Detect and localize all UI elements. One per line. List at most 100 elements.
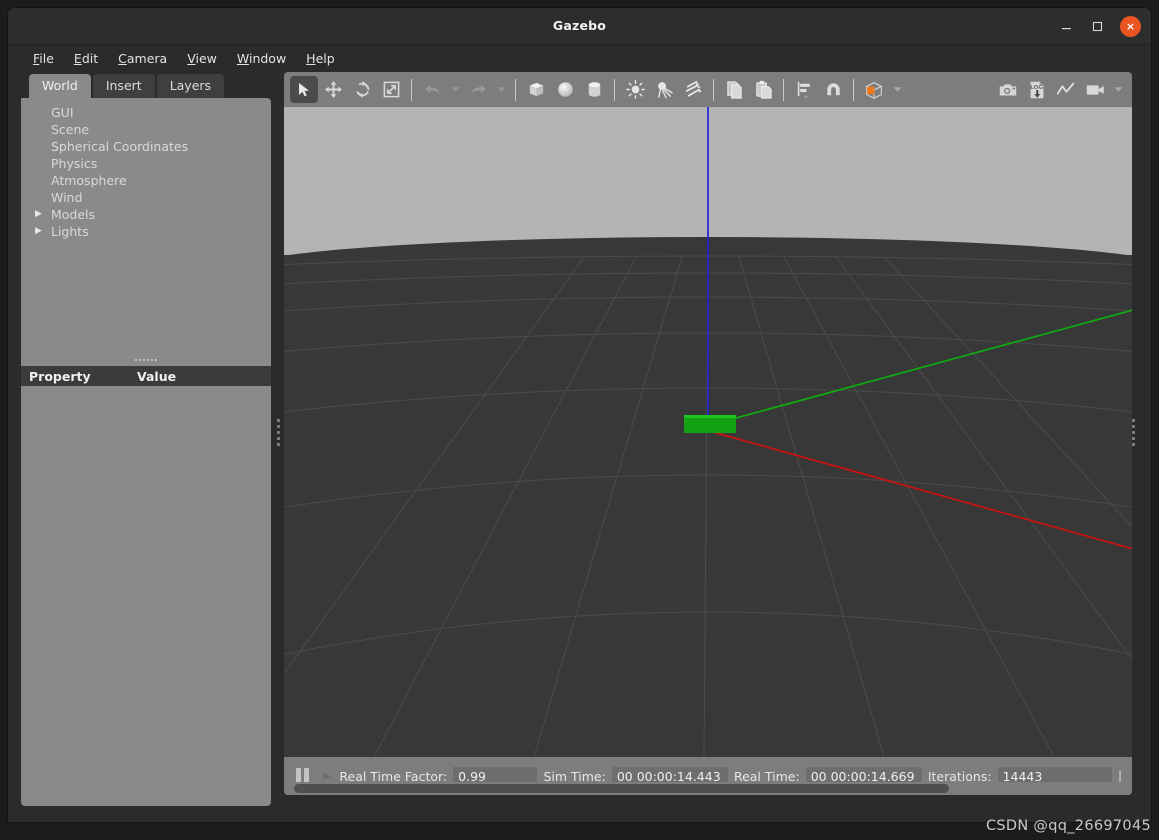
left-vertical-splitter[interactable] [273,72,283,792]
tree-item-atmosphere[interactable]: ▶ Atmosphere [21,172,271,189]
view-transparency-button[interactable] [860,76,888,103]
world-tree: ▶ GUI ▶ Scene ▶ Spherical Coordinates ▶ … [21,98,271,354]
translate-icon [324,80,342,99]
chevron-down-icon [1113,87,1123,92]
left-panel: World Insert Layers ▶ GUI ▶ Scene ▶ Sphe… [21,72,271,806]
tab-world[interactable]: World [29,74,91,98]
window-controls: × [1058,8,1141,44]
menu-window[interactable]: Window [228,48,295,69]
video-record-dropdown-button[interactable] [1110,76,1126,103]
redo-icon [471,84,486,94]
video-record-button[interactable] [1081,76,1109,103]
undo-icon [424,84,439,94]
redo-dropdown-button[interactable] [493,76,509,103]
tab-insert[interactable]: Insert [92,74,155,98]
main-body: World Insert Layers ▶ GUI ▶ Scene ▶ Sphe… [8,72,1151,821]
insert-point-light-button[interactable] [621,76,649,103]
cylinder-shape-icon [588,82,600,97]
undo-button[interactable] [418,76,446,103]
paste-button[interactable] [749,76,777,103]
menu-help[interactable]: Help [297,48,344,69]
plot-button[interactable] [1052,76,1080,103]
column-header-property: Property [29,368,91,384]
horizontal-scrollbar[interactable] [284,782,1132,795]
view-transparency-dropdown-button[interactable] [889,76,905,103]
insert-sphere-button[interactable] [551,76,579,103]
insert-box-button[interactable] [522,76,550,103]
insert-cylinder-button[interactable] [580,76,608,103]
property-table-body [21,386,271,806]
spot-light-icon [657,82,673,99]
render-area: LOG ▶ Real Time Factor: 0.99 Sim Time: 0… [284,72,1132,795]
panel-horizontal-splitter[interactable] [21,354,271,366]
menu-view[interactable]: View [178,48,226,69]
tree-item-label: Atmosphere [51,173,127,188]
property-table-header: Property Value [21,366,271,386]
grip-dots-icon [135,359,157,361]
right-vertical-splitter[interactable] [1128,72,1138,792]
3d-viewport[interactable] [284,107,1132,757]
copy-icon [726,81,742,99]
green-box-model[interactable] [684,415,736,433]
align-button[interactable] [790,76,818,103]
chevron-right-icon[interactable]: ▶ [35,206,49,223]
toolbar-separator [713,78,714,101]
scale-mode-button[interactable] [377,76,405,103]
view-transparency-cube-icon [865,81,883,99]
minimize-icon [1062,27,1071,29]
toolbar-separator [853,78,854,101]
undo-dropdown-button[interactable] [447,76,463,103]
title-bar: Gazebo × [8,8,1151,45]
redo-button[interactable] [464,76,492,103]
tree-item-wind[interactable]: ▶ Wind [21,189,271,206]
maximize-button[interactable] [1089,18,1106,35]
copy-button[interactable] [720,76,748,103]
close-button[interactable]: × [1120,15,1141,37]
tree-item-spherical-coordinates[interactable]: ▶ Spherical Coordinates [21,138,271,155]
tree-item-models[interactable]: ▶ Models [21,206,271,223]
select-mode-button[interactable] [290,76,318,103]
toolbar-separator [783,78,784,101]
tree-item-label: Models [51,207,96,222]
sphere-shape-icon [557,82,573,97]
chevron-right-icon[interactable]: ▶ [35,223,49,240]
snap-button[interactable] [819,76,847,103]
maximize-icon [1092,21,1103,31]
menu-edit[interactable]: Edit [65,48,107,69]
paste-icon [755,80,772,99]
menu-bar: File Edit Camera View Window Help [8,45,1151,72]
chevron-down-icon [496,87,506,92]
box-shape-icon [529,82,543,97]
insert-spot-light-button[interactable] [650,76,678,103]
minimize-button[interactable] [1058,18,1075,35]
column-header-value: Value [137,368,177,384]
grip-dots-icon [1131,418,1135,446]
tree-item-physics[interactable]: ▶ Physics [21,155,271,172]
ground-plane [284,237,1132,757]
tree-item-label: Physics [51,156,98,171]
scale-icon [383,81,399,98]
directional-light-icon [685,80,702,97]
tree-item-gui[interactable]: ▶ GUI [21,104,271,121]
menu-camera[interactable]: Camera [109,48,176,69]
scrollbar-thumb[interactable] [294,784,949,793]
tree-item-scene[interactable]: ▶ Scene [21,121,271,138]
rotate-mode-button[interactable] [348,76,376,103]
tab-layers[interactable]: Layers [156,74,225,98]
tree-item-label: Lights [51,224,89,239]
rotate-icon [355,80,369,99]
screenshot-button[interactable] [994,76,1022,103]
log-record-button[interactable]: LOG [1023,76,1051,103]
grip-dots-icon [276,418,280,446]
translate-mode-button[interactable] [319,76,347,103]
render-toolbar: LOG [284,72,1132,107]
snap-magnet-icon [826,83,840,96]
gazebo-window: Gazebo × File Edit Camera View Window He… [8,8,1151,822]
screenshot-camera-icon [999,83,1017,95]
tree-item-lights[interactable]: ▶ Lights [21,223,271,240]
menu-file[interactable]: File [24,48,63,69]
log-record-icon: LOG [1030,81,1044,98]
insert-directional-light-button[interactable] [679,76,707,103]
toolbar-separator [614,78,615,101]
video-record-icon [1086,84,1104,95]
